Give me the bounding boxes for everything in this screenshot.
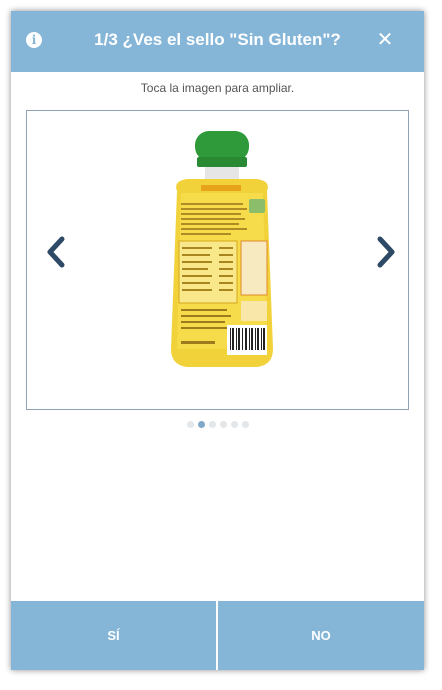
chevron-left-icon[interactable] (44, 235, 68, 269)
image-carousel[interactable] (26, 110, 409, 410)
dialog-header: i 1/3 ¿Ves el sello "Sin Gluten"? ✕ (11, 11, 424, 72)
carousel-dot[interactable] (186, 421, 194, 428)
carousel-dot[interactable] (208, 421, 216, 428)
zoom-hint: Toca la imagen para ampliar. (140, 81, 295, 95)
answer-buttons: SÍ NO (11, 601, 424, 670)
carousel-dot[interactable] (241, 421, 249, 428)
yes-button[interactable]: SÍ (11, 601, 216, 670)
dialog: i 1/3 ¿Ves el sello "Sin Gluten"? ✕ Toca… (11, 11, 424, 670)
carousel-dot[interactable] (219, 421, 227, 428)
carousel-dot-active[interactable] (197, 421, 205, 428)
info-icon[interactable]: i (26, 32, 42, 48)
carousel-dot[interactable] (230, 421, 238, 428)
close-icon[interactable]: ✕ (376, 30, 394, 50)
dialog-title: 1/3 ¿Ves el sello "Sin Gluten"? (94, 30, 341, 49)
no-button[interactable]: NO (218, 601, 424, 670)
product-photo[interactable] (157, 129, 287, 374)
carousel-dots (11, 421, 424, 428)
chevron-right-icon[interactable] (374, 235, 398, 269)
